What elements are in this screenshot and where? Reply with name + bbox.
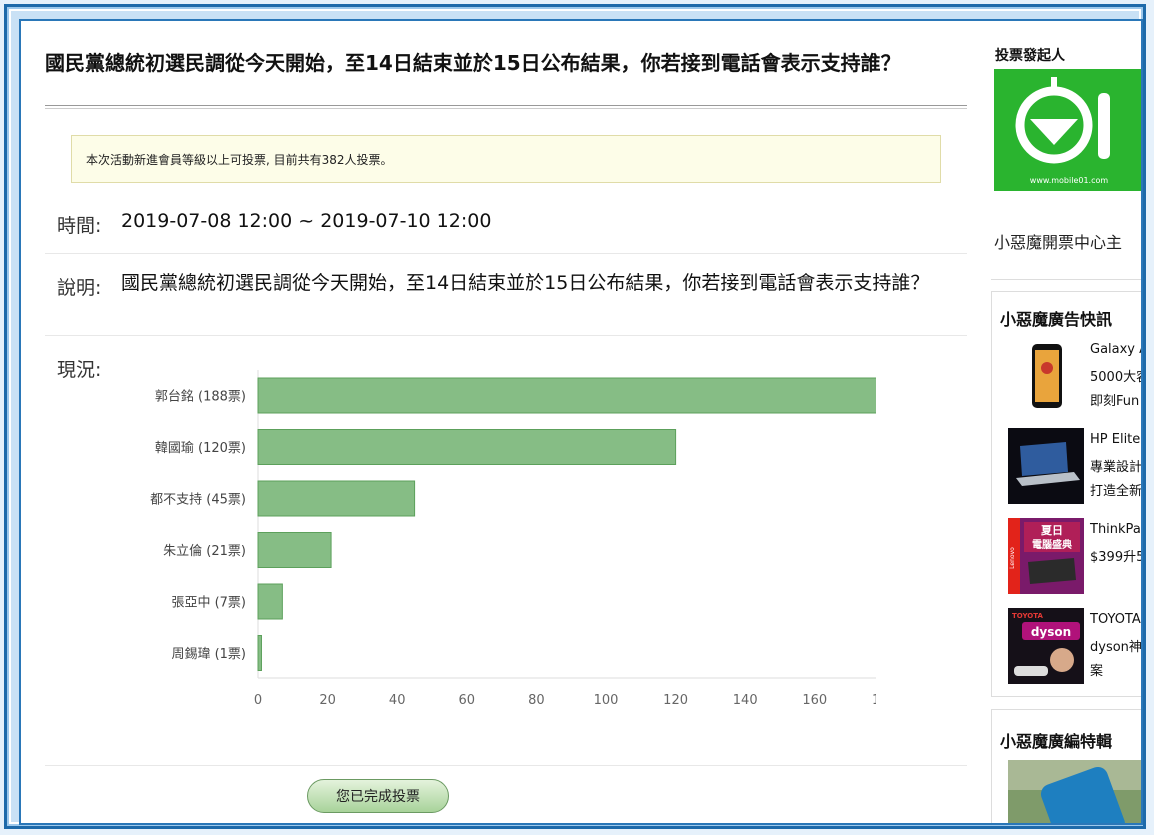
- category-label: 張亞中 (7票): [171, 596, 246, 611]
- svg-text:夏日: 夏日: [1041, 524, 1063, 537]
- ads-box: 小惡魔廣告快訊 Galaxy A 5000大容 即刻Fun: [991, 291, 1143, 697]
- ad-item[interactable]: Galaxy A 5000大容 即刻Fun: [1008, 338, 1143, 414]
- divider: [45, 765, 967, 766]
- description-label: 說明:: [57, 277, 102, 299]
- page: 國民黨總統初選民調從今天開始，至14日結束並於15日公布結果，你若接到電話會表示…: [19, 19, 1143, 825]
- voted-button[interactable]: 您已完成投票: [307, 779, 449, 813]
- ad-line: HP EliteB: [1090, 432, 1141, 447]
- status-label: 現況:: [57, 359, 102, 381]
- description-value: 國民黨總統初選民調從今天開始，至14日結束並於15日公布結果，你若接到電話會表示…: [121, 272, 930, 294]
- x-tick-label: 60: [459, 693, 476, 706]
- bar: [257, 480, 416, 517]
- time-value: 2019-07-08 12:00 ~ 2019-07-10 12:00: [121, 210, 492, 232]
- divider: [45, 335, 967, 336]
- x-tick-label: 80: [528, 693, 545, 706]
- initiator-name[interactable]: 小惡魔開票中心主: [994, 229, 1122, 253]
- divider: [45, 253, 967, 254]
- title-divider: [45, 105, 967, 109]
- svg-text:Lenovo: Lenovo: [1009, 547, 1016, 569]
- laptop-ad-icon: [1008, 428, 1084, 504]
- ad-item[interactable]: HP EliteB 專業設計 打造全新: [1008, 428, 1143, 504]
- category-label: 周錫瑋 (1票): [171, 647, 246, 662]
- x-tick-label: 100: [594, 693, 619, 706]
- logo-url: www.mobile01.com: [1030, 176, 1109, 185]
- ads-heading: 小惡魔廣告快訊: [1000, 310, 1113, 329]
- ad-item[interactable]: Lenovo 夏日 電腦盛典 ThinkPad $399升5: [1008, 518, 1143, 594]
- ad-line: TOYOTA: [1090, 612, 1141, 627]
- svg-text:電腦盛典: 電腦盛典: [1032, 538, 1072, 551]
- phone-ad-icon: [1008, 338, 1084, 414]
- ad-line: Galaxy A: [1090, 342, 1143, 357]
- results-bar-chart: 郭台銘 (188票) 韓國瑜 (120票) 都不支持 (45票) 朱立倫 (21票) 張…: [150, 370, 876, 706]
- category-label: 都不支持 (45票): [150, 493, 246, 508]
- ad-line: 案: [1090, 664, 1104, 679]
- features-box: 小惡魔廣編特輯: [991, 709, 1143, 825]
- screenshot-frame: 國民黨總統初選民調從今天開始，至14日結束並於15日公布結果，你若接到電話會表示…: [4, 4, 1146, 829]
- bar: [257, 583, 283, 620]
- features-heading: 小惡魔廣編特輯: [1000, 732, 1113, 751]
- category-label: 朱立倫 (21票): [163, 544, 246, 559]
- category-label: 郭台銘 (188票): [155, 389, 246, 405]
- ad-line: 打造全新: [1090, 484, 1143, 499]
- mobile01-logo[interactable]: www.mobile01.com: [994, 69, 1141, 191]
- bar: [257, 429, 677, 465]
- x-tick-label: 20: [319, 693, 336, 706]
- x-tick-label: 40: [389, 693, 406, 706]
- time-label: 時間:: [57, 215, 102, 237]
- lenovo-ad-icon: Lenovo 夏日 電腦盛典: [1008, 518, 1084, 594]
- ad-item[interactable]: TOYOTA dyson TOYOTA dyson神 案: [1008, 608, 1142, 684]
- poll-notice: 本次活動新進會員等級以上可投票, 目前共有382人投票。: [71, 135, 941, 183]
- x-tick-label: 180: [872, 693, 876, 706]
- x-tick-label: 140: [733, 693, 758, 706]
- ad-line: 5000大容: [1090, 370, 1141, 385]
- ad-line: dyson神: [1090, 640, 1142, 655]
- initiator-heading: 投票發起人: [995, 48, 1065, 64]
- poll-title: 國民黨總統初選民調從今天開始，至14日結束並於15日公布結果，你若接到電話會表示…: [45, 51, 901, 75]
- sidebar: 投票發起人 www.mobile01.com 小惡魔開票中心主 小惡魔廣告快訊: [991, 21, 1143, 825]
- ad-line: $399升5: [1090, 550, 1143, 565]
- category-label: 韓國瑜 (120票): [155, 441, 246, 456]
- x-tick-label: 0: [254, 693, 262, 706]
- svg-text:TOYOTA: TOYOTA: [1012, 612, 1043, 620]
- ad-line: 專業設計: [1090, 460, 1143, 475]
- poll-main: 國民黨總統初選民調從今天開始，至14日結束並於15日公布結果，你若接到電話會表示…: [21, 21, 971, 823]
- ad-line: ThinkPad: [1090, 522, 1141, 537]
- bar: [257, 635, 262, 671]
- ad-line: 即刻Fun: [1090, 394, 1140, 409]
- feature-thumbnail-icon[interactable]: [1008, 760, 1143, 825]
- divider: [991, 279, 1141, 280]
- bar: [257, 532, 332, 568]
- mobile01-logo-icon: www.mobile01.com: [1015, 77, 1110, 185]
- toyota-dyson-ad-icon: TOYOTA dyson: [1008, 608, 1084, 684]
- x-tick-label: 120: [663, 693, 688, 706]
- x-tick-label: 160: [802, 693, 827, 706]
- bar: [257, 377, 876, 414]
- svg-text:dyson: dyson: [1031, 625, 1071, 639]
